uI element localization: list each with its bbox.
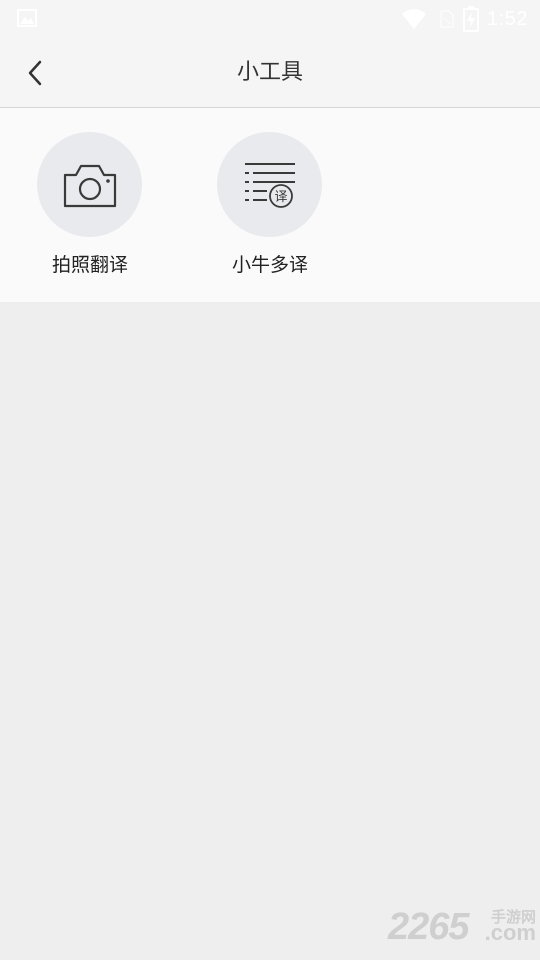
tool-icon-circle: [37, 132, 142, 237]
translate-badge-text: 译: [274, 190, 287, 205]
wifi-icon: [402, 9, 427, 29]
tool-label: 小牛多译: [231, 254, 308, 276]
watermark-number: 2265: [388, 906, 470, 948]
document-translate-icon: 译: [244, 162, 295, 208]
image-notification-icon: [17, 9, 37, 27]
status-time: 1:52: [487, 7, 528, 30]
status-bar: 1:52: [0, 0, 540, 38]
tool-label: 拍照翻译: [51, 254, 128, 276]
tools-panel: 拍照翻译 译 小牛多译: [0, 108, 540, 302]
app-bar: 小工具: [0, 38, 540, 108]
tool-niutrans-multi[interactable]: 译 小牛多译: [195, 132, 345, 282]
back-button[interactable]: [18, 56, 52, 90]
site-watermark: 2265 手游网 .com: [388, 906, 538, 948]
tool-icon-circle: 译: [217, 132, 322, 237]
tool-photo-translate[interactable]: 拍照翻译: [15, 132, 165, 282]
battery-charging-icon: [463, 6, 480, 32]
watermark-domain: .com: [484, 920, 536, 945]
camera-icon: [63, 164, 116, 207]
page-title: 小工具: [236, 60, 303, 85]
chevron-left-icon: [28, 60, 42, 86]
status-icons: 1:52: [401, 6, 528, 32]
sim-card-icon: [440, 10, 454, 28]
